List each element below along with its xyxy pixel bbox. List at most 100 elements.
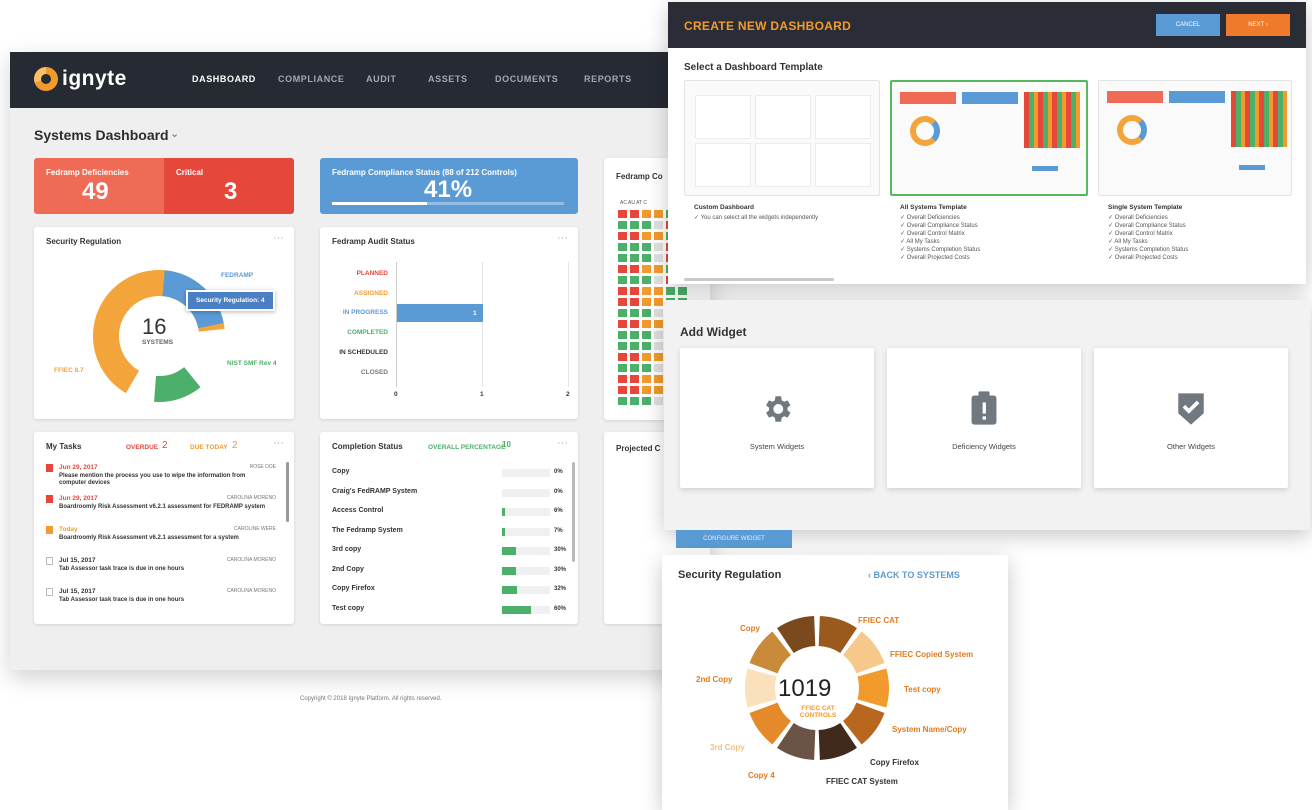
detail-donut-slice[interactable]: [745, 668, 777, 708]
matrix-cell[interactable]: [618, 265, 627, 273]
matrix-cell[interactable]: [654, 287, 663, 295]
checkbox-icon[interactable]: [46, 588, 53, 596]
compliance-stat[interactable]: Fedramp Compliance Status (88 of 212 Con…: [320, 158, 578, 214]
completion-row[interactable]: 3rd copy 30%: [332, 544, 568, 564]
nav-dashboard[interactable]: DASHBOARD: [192, 74, 256, 84]
matrix-cell[interactable]: [654, 386, 663, 394]
matrix-cell[interactable]: [642, 331, 651, 339]
matrix-cell[interactable]: [642, 221, 651, 229]
matrix-cell[interactable]: [618, 243, 627, 251]
matrix-cell[interactable]: [654, 232, 663, 240]
matrix-cell[interactable]: [642, 210, 651, 218]
matrix-cell[interactable]: [654, 276, 663, 284]
nav-assets[interactable]: ASSETS: [428, 74, 468, 84]
matrix-cell[interactable]: [642, 276, 651, 284]
matrix-cell[interactable]: [630, 232, 639, 240]
matrix-cell[interactable]: [630, 353, 639, 361]
matrix-cell[interactable]: [630, 287, 639, 295]
back-to-systems-link[interactable]: ‹ BACK TO SYSTEMS: [868, 570, 960, 580]
flag-icon[interactable]: [46, 464, 53, 472]
matrix-cell[interactable]: [642, 320, 651, 328]
matrix-cell[interactable]: [654, 265, 663, 273]
matrix-cell[interactable]: [630, 386, 639, 394]
other-widgets-card[interactable]: Other Widgets: [1094, 348, 1288, 488]
matrix-cell[interactable]: [618, 397, 627, 405]
matrix-cell[interactable]: [618, 309, 627, 317]
matrix-cell[interactable]: [642, 364, 651, 372]
matrix-cell[interactable]: [654, 243, 663, 251]
matrix-cell[interactable]: [654, 375, 663, 383]
card-menu-icon[interactable]: ···: [273, 437, 284, 449]
matrix-cell[interactable]: [630, 375, 639, 383]
card-menu-icon[interactable]: ···: [557, 232, 568, 244]
matrix-cell[interactable]: [678, 287, 687, 295]
matrix-cell[interactable]: [642, 397, 651, 405]
next-button[interactable]: NEXT ›: [1226, 14, 1290, 36]
completion-row[interactable]: Copy 0%: [332, 466, 568, 486]
matrix-cell[interactable]: [618, 254, 627, 262]
task-scrollbar[interactable]: [286, 462, 289, 522]
matrix-cell[interactable]: [642, 386, 651, 394]
matrix-cell[interactable]: [642, 243, 651, 251]
critical-stat[interactable]: Critical 3: [164, 158, 294, 214]
matrix-cell[interactable]: [654, 309, 663, 317]
system-widgets-card[interactable]: System Widgets: [680, 348, 874, 488]
matrix-cell[interactable]: [642, 353, 651, 361]
completion-row[interactable]: Craig's FedRAMP System 0%: [332, 486, 568, 506]
matrix-cell[interactable]: [630, 320, 639, 328]
matrix-cell[interactable]: [630, 265, 639, 273]
matrix-cell[interactable]: [666, 287, 675, 295]
flag-icon[interactable]: [46, 495, 53, 503]
matrix-cell[interactable]: [618, 375, 627, 383]
matrix-cell[interactable]: [642, 309, 651, 317]
template-scrollbar[interactable]: [684, 278, 834, 281]
matrix-cell[interactable]: [630, 298, 639, 306]
template-single-system[interactable]: [1098, 80, 1292, 196]
matrix-cell[interactable]: [642, 254, 651, 262]
matrix-cell[interactable]: [618, 364, 627, 372]
matrix-cell[interactable]: [618, 353, 627, 361]
dashboard-select-chevron-icon[interactable]: ⌄: [170, 127, 179, 140]
detail-donut-slice[interactable]: [857, 668, 889, 708]
matrix-cell[interactable]: [642, 298, 651, 306]
matrix-cell[interactable]: [630, 243, 639, 251]
matrix-cell[interactable]: [630, 397, 639, 405]
matrix-cell[interactable]: [630, 276, 639, 284]
completion-row[interactable]: The Fedramp System 7%: [332, 525, 568, 545]
completion-row[interactable]: Copy Firefox 32%: [332, 583, 568, 603]
matrix-cell[interactable]: [618, 210, 627, 218]
matrix-cell[interactable]: [654, 331, 663, 339]
matrix-cell[interactable]: [642, 287, 651, 295]
matrix-cell[interactable]: [654, 364, 663, 372]
matrix-cell[interactable]: [630, 210, 639, 218]
matrix-cell[interactable]: [654, 221, 663, 229]
matrix-cell[interactable]: [630, 331, 639, 339]
matrix-cell[interactable]: [618, 386, 627, 394]
checkbox-icon[interactable]: [46, 557, 53, 565]
matrix-cell[interactable]: [618, 320, 627, 328]
matrix-cell[interactable]: [654, 320, 663, 328]
audit-bar-in-progress[interactable]: [397, 304, 483, 322]
flag-icon[interactable]: [46, 526, 53, 534]
matrix-cell[interactable]: [642, 375, 651, 383]
matrix-cell[interactable]: [642, 265, 651, 273]
cancel-button[interactable]: CANCEL: [1156, 14, 1220, 36]
matrix-cell[interactable]: [618, 232, 627, 240]
matrix-cell[interactable]: [654, 210, 663, 218]
matrix-cell[interactable]: [618, 287, 627, 295]
card-menu-icon[interactable]: ···: [557, 437, 568, 449]
matrix-cell[interactable]: [618, 331, 627, 339]
matrix-cell[interactable]: [630, 221, 639, 229]
completion-row[interactable]: 2nd Copy 30%: [332, 564, 568, 584]
matrix-cell[interactable]: [654, 254, 663, 262]
matrix-cell[interactable]: [654, 342, 663, 350]
task-item[interactable]: Jun 29, 2017 ROSE DOE Please mention the p…: [46, 464, 282, 495]
matrix-cell[interactable]: [630, 254, 639, 262]
template-custom[interactable]: [684, 80, 880, 196]
matrix-cell[interactable]: [630, 309, 639, 317]
matrix-cell[interactable]: [618, 221, 627, 229]
task-item[interactable]: Today CAROLINE WERE Boardroomly Risk Asses…: [46, 526, 282, 557]
completion-scrollbar[interactable]: [572, 462, 575, 562]
matrix-cell[interactable]: [654, 353, 663, 361]
matrix-cell[interactable]: [642, 232, 651, 240]
